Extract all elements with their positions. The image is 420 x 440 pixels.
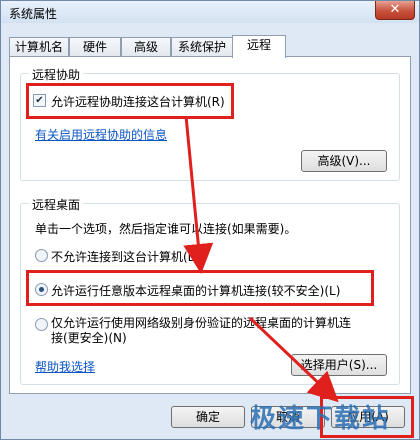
tab-remote[interactable]: 远程 (232, 35, 286, 58)
watermark-logo: 极速下载站 (250, 404, 391, 434)
arrow-to-apply (248, 316, 339, 403)
arrow-overlay (183, 115, 339, 403)
arrow-to-option (183, 115, 214, 274)
